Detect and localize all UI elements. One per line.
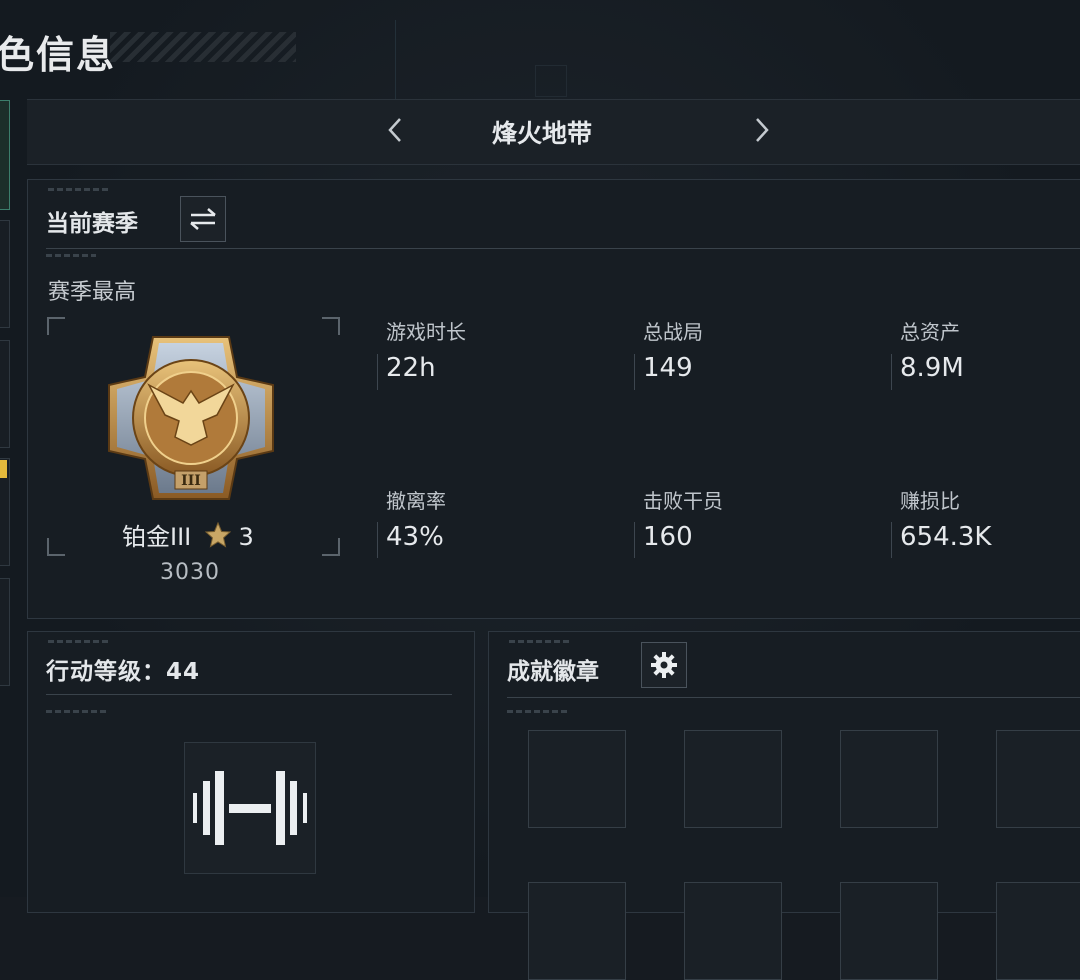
badge-slot[interactable]	[996, 730, 1080, 828]
rank-score: 3030	[160, 560, 220, 585]
stat-total-matches: 总战局 149	[643, 316, 873, 383]
stat-label: 游戏时长	[386, 320, 466, 344]
stat-value: 8.9M	[900, 353, 964, 383]
badge-slot[interactable]	[528, 730, 626, 828]
side-tab-2[interactable]	[0, 220, 10, 328]
frame-corner-bl	[47, 538, 65, 556]
rank-stars: 3	[238, 523, 254, 551]
achievements-title: 成就徽章	[507, 659, 599, 685]
emblem-numeral: III	[181, 473, 201, 489]
stat-label: 总战局	[643, 320, 703, 344]
side-tab-1[interactable]	[0, 100, 10, 210]
game-switcher: 烽火地带	[27, 99, 1080, 165]
rank-emblem-icon: III	[108, 336, 274, 500]
action-level-title: 行动等级：44	[46, 659, 201, 685]
stat-separator	[377, 354, 378, 390]
side-tab-3[interactable]	[0, 340, 10, 448]
gear-icon	[651, 652, 677, 678]
stat-operators-defeated: 击败干员 160	[643, 485, 873, 552]
stat-extract-rate: 撤离率 43%	[386, 485, 616, 552]
stat-label: 总资产	[900, 320, 960, 344]
season-best-label: 赛季最高	[48, 280, 137, 305]
achievements-divider	[507, 697, 1080, 698]
title-hatch-decoration	[110, 32, 296, 62]
divider-tag-decoration	[46, 254, 96, 257]
rank-name: 铂金III 3	[122, 517, 254, 552]
divider-tag-decoration	[46, 710, 106, 713]
stat-play-time: 游戏时长 22h	[386, 316, 616, 383]
game-name: 烽火地带	[491, 119, 592, 148]
stat-value: 22h	[386, 353, 436, 383]
achievements-panel: 成就徽章	[488, 631, 1080, 980]
panel-tag-decoration	[509, 640, 569, 643]
swap-arrows-icon	[190, 208, 216, 230]
badge-slot[interactable]	[840, 730, 938, 828]
frame-corner-tr	[322, 317, 340, 335]
dumbbell-icon	[193, 771, 307, 845]
stat-value: 43%	[386, 522, 444, 552]
badge-slot[interactable]	[684, 730, 782, 828]
stat-total-assets: 总资产 8.9M	[900, 316, 1080, 383]
panel-tag-decoration	[48, 640, 108, 643]
stat-value: 160	[643, 522, 693, 552]
stat-label: 赚损比	[900, 489, 960, 513]
page-title: 色信息	[0, 33, 117, 77]
frame-corner-tl	[47, 317, 65, 335]
stat-separator	[891, 522, 892, 558]
stat-separator	[377, 522, 378, 558]
stat-separator	[634, 522, 635, 558]
next-game-button[interactable]	[747, 116, 777, 146]
action-level-panel: 行动等级：44	[27, 631, 475, 913]
decor-box	[535, 65, 567, 97]
stat-value: 654.3K	[900, 522, 992, 552]
side-tab-indicator	[0, 460, 7, 478]
rank-tier: 铂金III	[122, 523, 192, 551]
action-level-divider	[46, 694, 452, 695]
decor-line	[395, 20, 396, 100]
season-divider	[46, 248, 1080, 249]
stat-value: 149	[643, 353, 693, 383]
stat-profit-loss-ratio: 赚损比 654.3K	[900, 485, 1080, 552]
swap-season-button[interactable]	[180, 196, 226, 242]
stat-label: 撤离率	[386, 489, 446, 513]
star-icon	[204, 521, 232, 548]
frame-corner-br	[322, 538, 340, 556]
panel-tag-decoration	[48, 188, 108, 191]
achievement-settings-button[interactable]	[641, 642, 687, 688]
divider-tag-decoration	[507, 710, 567, 713]
stat-separator	[891, 354, 892, 390]
season-title: 当前赛季	[46, 211, 138, 237]
stat-separator	[634, 354, 635, 390]
chevron-right-icon	[756, 118, 769, 142]
action-level-icon-frame[interactable]	[184, 742, 316, 874]
side-tab-5[interactable]	[0, 578, 10, 686]
stat-label: 击败干员	[643, 489, 723, 513]
